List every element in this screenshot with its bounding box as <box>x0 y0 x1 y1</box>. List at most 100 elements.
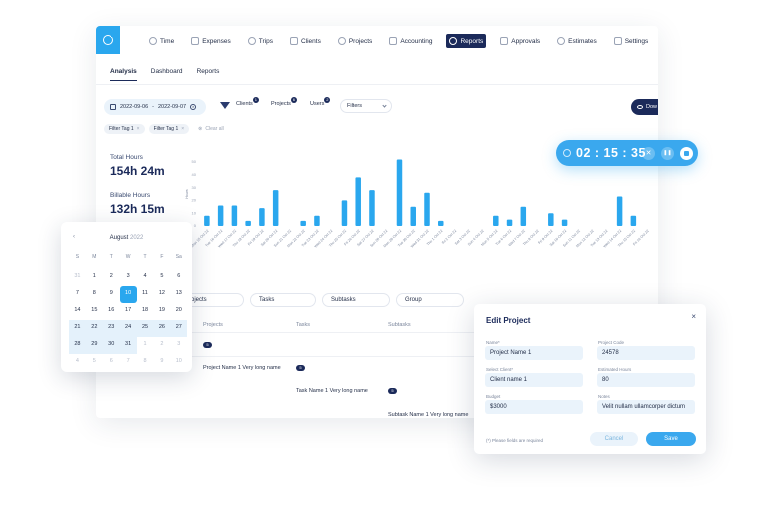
app-logo[interactable] <box>96 26 120 54</box>
chart-bar[interactable] <box>355 177 361 226</box>
nav-item-clients[interactable]: Clients <box>287 34 324 48</box>
timer-close-button[interactable]: ✕ <box>642 147 655 160</box>
calendar-day[interactable]: 6 <box>170 269 187 286</box>
nav-item-accounting[interactable]: Accounting <box>386 34 435 48</box>
calendar-day[interactable]: 23 <box>102 320 120 337</box>
calendar-day[interactable]: 13 <box>170 286 187 303</box>
chart-bar[interactable] <box>231 205 238 226</box>
filter-tag[interactable]: Filter Tag 1 × <box>104 124 145 134</box>
chart-bar[interactable] <box>493 215 499 226</box>
nav-item-projects[interactable]: Projects <box>335 34 375 48</box>
remove-tag-icon[interactable]: × <box>181 126 184 132</box>
calendar-day[interactable]: 10 <box>170 354 187 371</box>
nav-item-settings[interactable]: Settings <box>611 34 652 48</box>
calendar-day[interactable]: 31 <box>119 337 137 354</box>
chart-bar[interactable] <box>245 220 251 226</box>
chart-bar[interactable] <box>217 205 224 226</box>
calendar-day[interactable]: 16 <box>103 303 120 320</box>
projects-filter[interactable]: Projects 6 <box>271 97 297 107</box>
calendar-day[interactable]: 9 <box>153 354 170 371</box>
calendar-day[interactable]: 4 <box>69 354 86 371</box>
calendar-day[interactable]: 21 <box>69 320 86 337</box>
chart-bar[interactable] <box>272 190 279 226</box>
client-select[interactable]: Client name 1 <box>485 373 583 387</box>
calendar-day[interactable]: 15 <box>86 303 103 320</box>
calendar-day[interactable]: 5 <box>153 269 170 286</box>
calendar-day[interactable]: 20 <box>170 303 187 320</box>
calendar-day[interactable]: 3 <box>120 269 137 286</box>
subtask-row-name[interactable]: Subtask Name 1 Very long name <box>388 412 468 418</box>
chart-bar[interactable] <box>520 206 527 226</box>
name-field[interactable]: Project Name 1 <box>485 346 583 360</box>
tasks-dropdown[interactable]: Tasks <box>250 293 316 307</box>
tab-analysis[interactable]: Analysis <box>110 68 137 81</box>
calendar-day[interactable]: 6 <box>103 354 120 371</box>
calendar-day[interactable]: 2 <box>103 269 120 286</box>
calendar-day[interactable]: 8 <box>137 354 154 371</box>
nav-item-time[interactable]: Time <box>146 34 177 48</box>
tab-reports[interactable]: Reports <box>197 68 220 81</box>
chart-bar[interactable] <box>424 192 430 226</box>
group-dropdown[interactable]: Group <box>396 293 464 307</box>
remove-tag-icon[interactable]: × <box>137 126 140 132</box>
calendar-day[interactable]: 22 <box>85 320 103 337</box>
nav-item-estimates[interactable]: Estimates <box>554 34 600 48</box>
calendar-day[interactable]: 29 <box>85 337 103 354</box>
cancel-button[interactable]: Cancel <box>590 432 638 446</box>
calendar-day[interactable]: 26 <box>153 320 171 337</box>
calendar-day[interactable]: 31 <box>69 269 86 286</box>
subtasks-dropdown[interactable]: Subtasks <box>322 293 390 307</box>
nav-item-reports[interactable]: Reports <box>446 34 487 48</box>
calendar-day[interactable]: 9 <box>103 286 120 303</box>
project-row-name[interactable]: Project Name 1 Very long name <box>203 365 281 371</box>
chart-bar[interactable] <box>630 215 637 226</box>
nav-item-approvals[interactable]: Approvals <box>497 34 543 48</box>
calendar-day[interactable]: 11 <box>137 286 154 303</box>
calendar-day[interactable]: 30 <box>102 337 120 354</box>
tab-dashboard[interactable]: Dashboard <box>151 68 183 81</box>
clients-filter[interactable]: Clients 1 <box>236 97 259 107</box>
calendar-day[interactable]: 17 <box>120 303 137 320</box>
filters-dropdown[interactable]: Filters <box>340 99 392 113</box>
chart-bar[interactable] <box>616 196 623 226</box>
calendar-day[interactable]: 5 <box>86 354 103 371</box>
chart-bar[interactable] <box>204 215 210 226</box>
calendar-day[interactable]: 8 <box>86 286 103 303</box>
calendar-day[interactable]: 12 <box>153 286 170 303</box>
notes-field[interactable]: Velit nullam ullamcorper dictum <box>597 400 695 414</box>
download-button[interactable]: Dow <box>631 99 658 115</box>
calendar-day[interactable]: 25 <box>136 320 154 337</box>
filter-funnel-icon[interactable] <box>220 102 230 109</box>
calendar-day[interactable]: 28 <box>69 337 86 354</box>
timer-stop-button[interactable] <box>680 147 693 160</box>
chart-bar[interactable] <box>396 159 403 226</box>
nav-item-expenses[interactable]: Expenses <box>188 34 234 48</box>
chart-bar[interactable] <box>341 200 348 226</box>
calendar-day[interactable]: 24 <box>119 320 137 337</box>
calendar-day[interactable]: 1 <box>86 269 103 286</box>
calendar-day[interactable]: 4 <box>137 269 154 286</box>
clear-date-icon[interactable]: × <box>190 104 197 110</box>
calendar-day[interactable]: 1 <box>137 337 154 354</box>
users-filter[interactable]: Users 2 <box>310 97 331 107</box>
project-code-field[interactable]: 24578 <box>597 346 695 360</box>
task-row-name[interactable]: Task Name 1 Very long name <box>296 388 368 394</box>
close-icon[interactable]: × <box>691 312 696 321</box>
chart-bar[interactable] <box>259 208 265 226</box>
clear-all-button[interactable]: ⊗ Clear all <box>193 124 229 134</box>
chart-bar[interactable] <box>369 190 375 226</box>
calendar-day[interactable]: 7 <box>69 286 86 303</box>
chart-bar[interactable] <box>561 219 568 226</box>
estimated-hours-field[interactable]: 80 <box>597 373 695 387</box>
nav-item-trips[interactable]: Trips <box>245 34 276 48</box>
calendar-day-selected[interactable]: 10 <box>119 286 137 303</box>
budget-field[interactable]: $3000 <box>485 400 583 414</box>
save-button[interactable]: Save <box>646 432 696 446</box>
date-range-picker[interactable]: 2022-09-06 - 2022-09-07 × <box>104 99 206 115</box>
calendar-day[interactable]: 14 <box>69 303 86 320</box>
calendar-day[interactable]: 2 <box>153 337 170 354</box>
chart-bar[interactable] <box>314 215 320 226</box>
calendar-day[interactable]: 3 <box>170 337 187 354</box>
calendar-day[interactable]: 19 <box>153 303 170 320</box>
chart-bar[interactable] <box>438 220 444 226</box>
